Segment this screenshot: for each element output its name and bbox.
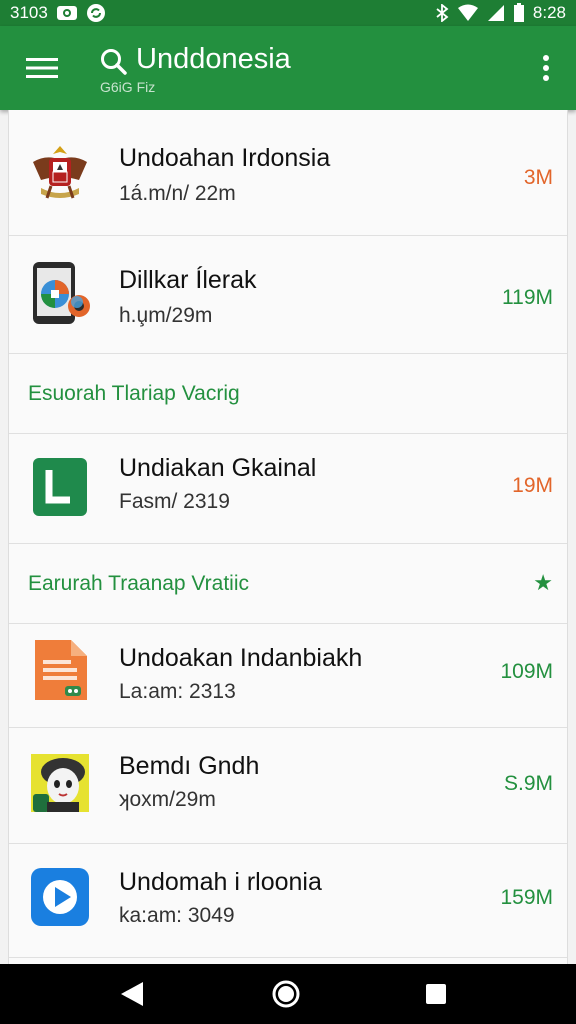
section-header: Earurah Traanap Vratiic ★: [9, 544, 567, 624]
item-size: S.9M: [503, 772, 553, 795]
item-meta: ka:am: 3049: [119, 904, 235, 927]
back-button[interactable]: [116, 978, 148, 1010]
phone-browser-icon: [27, 260, 93, 326]
status-time: 8:28: [532, 3, 566, 22]
item-size: 19M: [512, 474, 553, 497]
item-meta: ʞoxm/29m: [119, 788, 216, 811]
orange-doc-icon: [27, 638, 93, 704]
wifi-icon: [457, 4, 479, 22]
recents-square-icon: [426, 984, 446, 1004]
overflow-menu-button[interactable]: [532, 48, 560, 88]
section-label: Earurah Traanap Vratiic: [28, 572, 250, 595]
star-icon[interactable]: ★: [533, 570, 553, 596]
sync-notification-icon: [86, 3, 106, 23]
list-item[interactable]: Undoahan Irdonsia 1á.m/n/ 22m 3M: [9, 110, 567, 236]
item-name: Bemdı Gndh: [119, 752, 260, 780]
item-size: 119M: [502, 286, 553, 309]
item-meta: La:am: 2313: [119, 680, 236, 703]
list-item[interactable]: Undomah i rloonia ka:am: 3049 159M: [9, 844, 567, 958]
recents-button[interactable]: [420, 978, 452, 1010]
section-header: Esuorah Tlariap Vacrig: [9, 354, 567, 434]
camera-notification-icon: [56, 4, 78, 22]
list-item[interactable]: Dillkar Ílerak h.u̧m/29m 119M: [9, 236, 567, 354]
hamburger-menu-icon: [26, 58, 58, 78]
item-meta: h.u̧m/29m: [119, 304, 213, 327]
battery-icon: [513, 3, 525, 23]
status-bar: 3103 8:28: [0, 0, 576, 26]
video-player-icon: [27, 864, 93, 930]
item-size: 109M: [500, 660, 553, 683]
bluetooth-icon: [435, 4, 449, 22]
search-icon[interactable]: [100, 48, 128, 81]
list-item[interactable]: Undiakan Gkainal Fasm/ 2319 19M: [9, 434, 567, 544]
list-item[interactable]: Bemdı Gndh ʞoxm/29m S.9M: [9, 728, 567, 844]
menu-button[interactable]: [22, 50, 62, 86]
item-name: Dillkar Ílerak: [119, 266, 257, 294]
garuda-emblem-icon: [27, 140, 93, 206]
list-item[interactable]: Undoakan Indanbiakh La:am: 2313 109M: [9, 624, 567, 728]
green-doc-icon: [27, 454, 93, 520]
home-circle-icon: [272, 980, 300, 1008]
item-name: Undoakan Indanbiakh: [119, 644, 363, 672]
app-subtitle: G6iG Fiz: [100, 79, 156, 95]
item-name: Undomah i rloonia: [119, 868, 322, 896]
app-bar: Unddonesia G6iG Fiz: [0, 26, 576, 110]
navigation-bar: [0, 964, 576, 1024]
status-time-left: 3103: [10, 3, 48, 22]
download-list: Undoahan Irdonsia 1á.m/n/ 22m 3M Dillkar…: [8, 110, 568, 964]
item-size: 3M: [523, 166, 553, 189]
item-name: Undoahan Irdonsia: [119, 144, 331, 172]
item-meta: Fasm/ 2319: [119, 490, 230, 513]
item-size: 159M: [500, 886, 553, 909]
section-label: Esuorah Tlariap Vacrig: [28, 382, 240, 405]
app-title[interactable]: Unddonesia: [136, 43, 291, 76]
back-triangle-icon: [121, 982, 143, 1006]
home-button[interactable]: [270, 978, 302, 1010]
character-avatar-icon: [27, 750, 93, 816]
item-name: Undiakan Gkainal: [119, 454, 317, 482]
signal-icon: [487, 4, 505, 22]
more-vert-icon: [543, 55, 549, 81]
item-meta: 1á.m/n/ 22m: [119, 182, 236, 205]
